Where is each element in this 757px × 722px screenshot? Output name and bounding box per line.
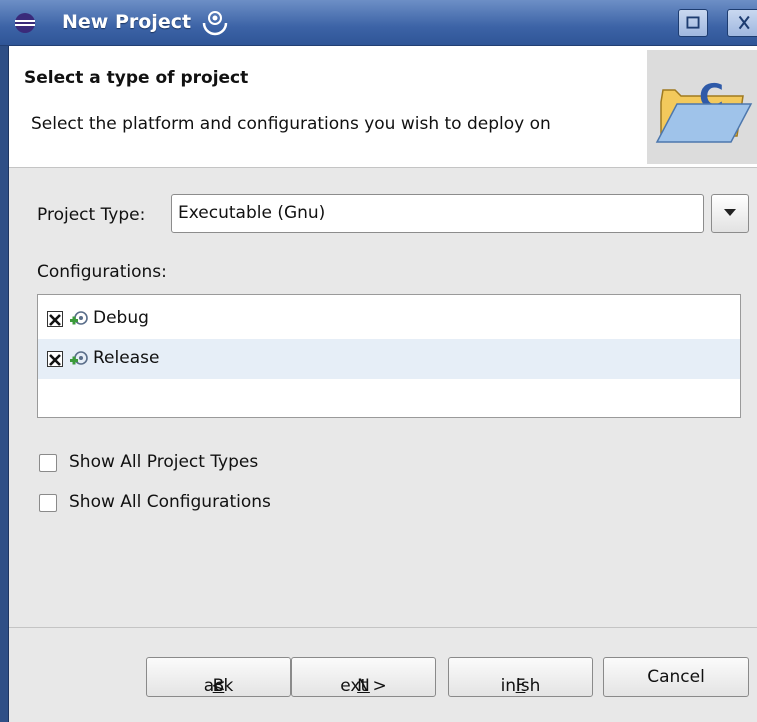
config-label: Release <box>93 348 160 368</box>
close-icon <box>738 15 750 30</box>
wizard-content: Project Type: Executable (Gnu) Configura… <box>9 169 757 627</box>
window-frame-edge <box>0 46 9 722</box>
chevron-down-icon <box>724 209 736 216</box>
wizard-button-bar: < Back Next > Finish Cancel <box>9 628 757 722</box>
checkbox-checked[interactable] <box>47 311 63 327</box>
back-button[interactable]: < Back <box>146 657 291 697</box>
configurations-label: Configurations: <box>37 262 167 282</box>
cancel-button-label: Cancel <box>647 667 705 687</box>
next-button[interactable]: Next > <box>291 657 436 697</box>
configurations-list[interactable]: Debug Release <box>37 294 741 418</box>
cancel-button[interactable]: Cancel <box>603 657 749 697</box>
wizard-header: Select a type of project Select the plat… <box>9 46 757 168</box>
checkbox-box[interactable] <box>39 494 57 512</box>
checkbox-box[interactable] <box>39 454 57 472</box>
configuration-icon <box>70 311 88 325</box>
title-bar[interactable]: New Project <box>0 0 757 46</box>
list-item[interactable]: Debug <box>38 299 740 339</box>
eclipse-icon <box>15 13 35 33</box>
busy-spinner-icon <box>202 11 228 36</box>
close-button[interactable] <box>727 9 757 37</box>
checkbox-checked[interactable] <box>47 351 63 367</box>
project-type-value: Executable (Gnu) <box>178 203 326 223</box>
maximize-button[interactable] <box>678 9 708 37</box>
project-type-combo[interactable]: Executable (Gnu) <box>171 194 704 233</box>
wizard-page-title: Select a type of project <box>24 68 249 88</box>
project-type-dropdown-button[interactable] <box>711 194 749 233</box>
list-item[interactable]: Release <box>38 339 740 379</box>
project-type-label: Project Type: <box>37 205 146 225</box>
checkbox-label: Show All Configurations <box>69 492 271 512</box>
config-label: Debug <box>93 308 149 328</box>
maximize-icon <box>686 16 700 29</box>
c-project-folder-icon: C <box>647 50 757 164</box>
window-title: New Project <box>62 11 192 33</box>
configuration-icon <box>70 351 88 365</box>
finish-button[interactable]: Finish <box>448 657 593 697</box>
checkbox-label: Show All Project Types <box>69 452 259 472</box>
wizard-page-description: Select the platform and configurations y… <box>31 114 551 134</box>
